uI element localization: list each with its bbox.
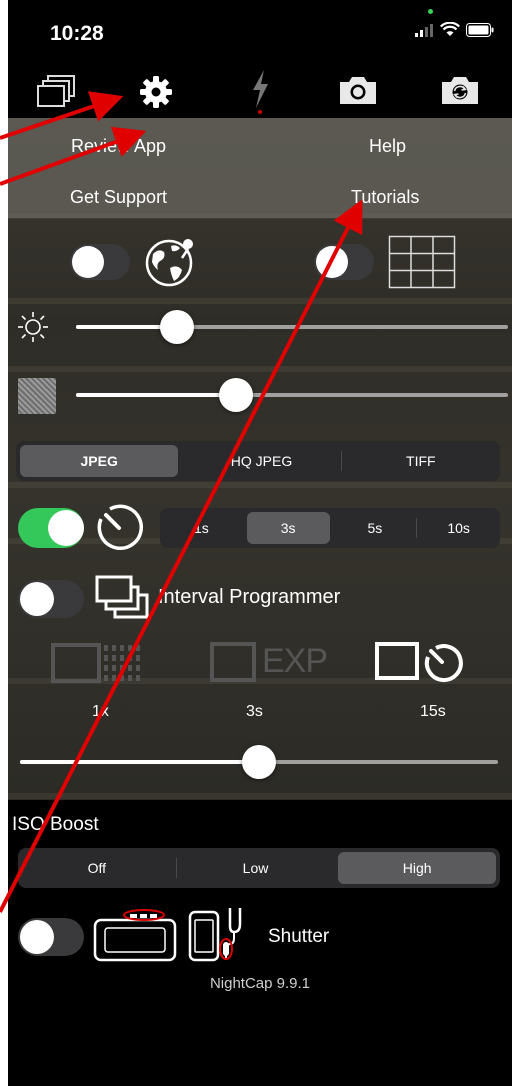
iso-boost-label: ISO Boost <box>12 814 99 835</box>
toggle-knob <box>20 582 54 616</box>
timer-option-5s[interactable]: 5s <box>334 512 417 544</box>
iso-segmented-control: Off Low High <box>18 848 500 888</box>
timer-option-3s[interactable]: 3s <box>246 512 330 544</box>
frame-count-icon[interactable] <box>50 642 150 684</box>
format-option-jpeg[interactable]: JPEG <box>20 445 179 477</box>
timer-icon <box>97 504 143 551</box>
interval-slider[interactable] <box>20 745 498 779</box>
interval-value: 15s <box>420 703 446 720</box>
phone-screen: 10:28 Review App Help Get Support Tutori… <box>8 0 512 1086</box>
noise-reduction-slider[interactable] <box>76 378 508 412</box>
tutorials-link[interactable]: Tutorials <box>351 187 419 208</box>
exposure-icon[interactable]: EXP <box>210 642 328 684</box>
shutter-label: Shutter <box>268 926 330 947</box>
slider-fill <box>20 760 259 764</box>
slider-thumb[interactable] <box>219 378 254 412</box>
toggle-knob <box>20 920 54 954</box>
timer-option-10s[interactable]: 10s <box>417 512 500 544</box>
flash-icon[interactable] <box>248 68 272 114</box>
signal-icon <box>415 23 433 37</box>
format-option-hq-jpeg[interactable]: HQ JPEG <box>182 445 340 477</box>
battery-icon <box>466 22 494 37</box>
iso-option-low[interactable]: Low <box>177 852 335 884</box>
top-toolbar <box>8 62 512 118</box>
settings-gear-icon[interactable] <box>136 72 176 112</box>
interval-timer-icon[interactable] <box>374 638 474 686</box>
timer-option-1s[interactable]: 1s <box>160 512 243 544</box>
timer-segmented-control: 1s 3s 5s 10s <box>160 508 500 548</box>
settings-menu: Review App Help Get Support Tutorials <box>8 118 512 218</box>
brightness-icon <box>18 312 48 342</box>
switch-camera-icon[interactable] <box>440 74 480 106</box>
globe-location-icon <box>145 239 193 287</box>
exposure-frame <box>210 642 256 682</box>
phone-volume-button-icon <box>93 909 177 962</box>
location-toggle[interactable] <box>70 244 130 280</box>
slider-thumb[interactable] <box>242 745 276 779</box>
timer-toggle[interactable] <box>18 508 84 548</box>
exp-text: EXP <box>262 642 328 680</box>
noise-icon <box>18 378 56 414</box>
grid-toggle[interactable] <box>314 244 374 280</box>
format-segmented-control: JPEG HQ JPEG TIFF <box>16 441 500 481</box>
camera-icon[interactable] <box>338 74 378 106</box>
interval-frames-icon <box>95 575 149 619</box>
slider-fill <box>76 393 237 397</box>
frame-count-value: 1x <box>92 703 109 720</box>
format-option-tiff[interactable]: TIFF <box>342 445 500 477</box>
shutter-toggle[interactable] <box>18 918 84 956</box>
app-version: NightCap 9.9.1 <box>209 975 311 992</box>
brightness-slider[interactable] <box>76 310 508 344</box>
slider-thumb[interactable] <box>159 310 194 344</box>
toggle-knob <box>316 246 348 278</box>
iso-option-high[interactable]: High <box>338 852 497 884</box>
camera-indicator-dot <box>428 9 433 14</box>
gallery-icon[interactable] <box>36 74 76 108</box>
toggle-knob <box>48 510 84 546</box>
grid-icon <box>388 235 456 289</box>
exposure-value: 3s <box>246 703 263 720</box>
status-icons <box>414 22 494 37</box>
interval-programmer-label: Interval Programmer <box>158 586 341 608</box>
review-app-link[interactable]: Review App <box>71 136 166 157</box>
status-time: 10:28 <box>50 22 104 45</box>
interval-toggle[interactable] <box>18 580 84 618</box>
headphone-remote-icon <box>188 908 242 962</box>
help-link[interactable]: Help <box>369 136 406 157</box>
wifi-icon <box>440 22 460 36</box>
get-support-link[interactable]: Get Support <box>70 187 167 208</box>
toggle-knob <box>72 246 104 278</box>
iso-option-off[interactable]: Off <box>18 852 176 884</box>
